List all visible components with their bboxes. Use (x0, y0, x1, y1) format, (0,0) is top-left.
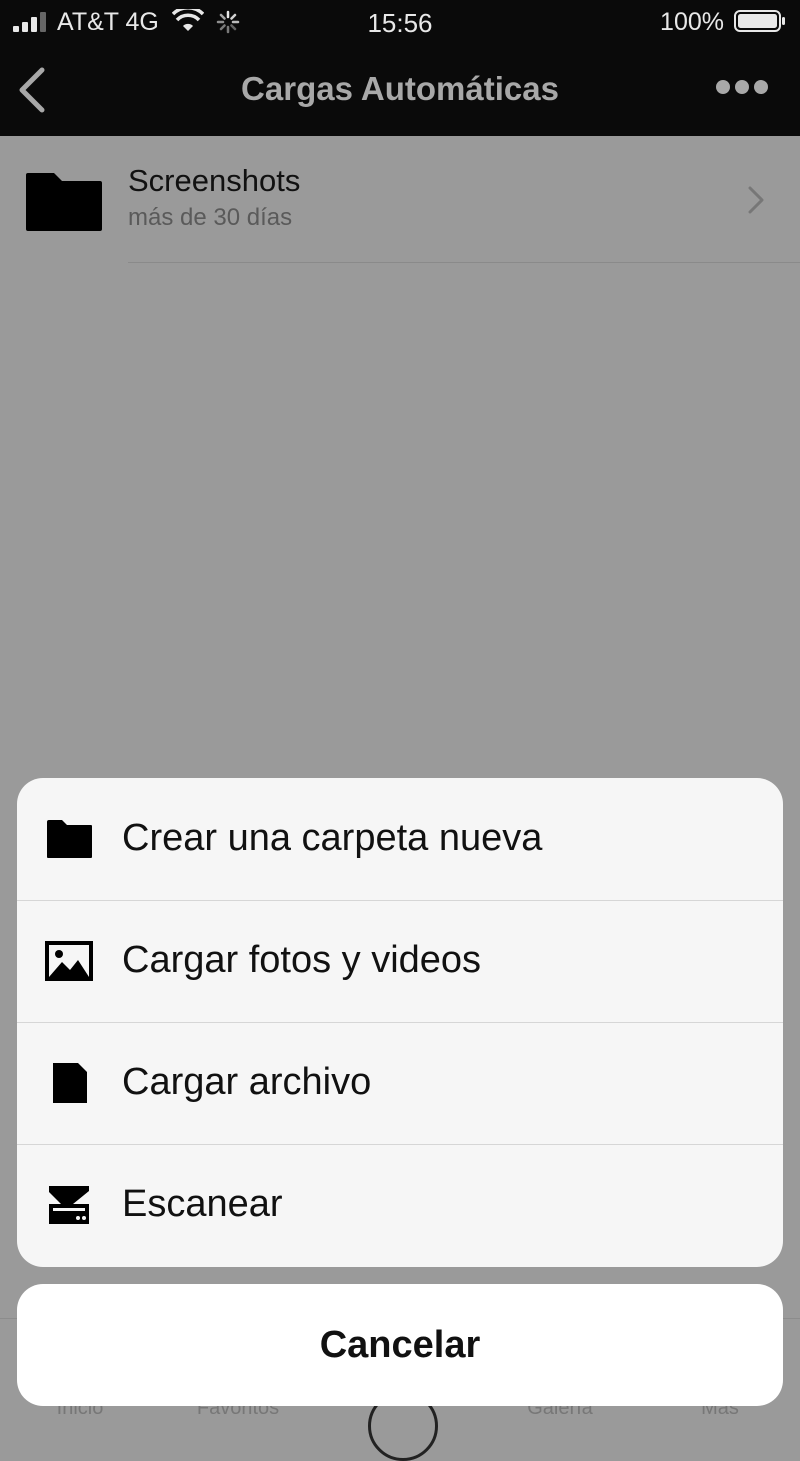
upload-file-button[interactable]: Cargar archivo (17, 1022, 783, 1145)
battery-icon (734, 10, 785, 32)
cancel-button[interactable]: Cancelar (17, 1284, 783, 1406)
top-bar: AT&T 4G 15:56 100% Cargas Automáticas (0, 0, 800, 136)
action-sheet: Crear una carpeta nueva Cargar fotos y v… (17, 778, 783, 1267)
navigation-bar: Cargas Automáticas (0, 44, 800, 136)
page-title: Cargas Automáticas (241, 70, 559, 107)
more-options-icon[interactable] (716, 80, 768, 98)
scan-button[interactable]: Escanear (17, 1144, 783, 1266)
file-icon (53, 1063, 87, 1103)
status-bar: AT&T 4G 15:56 100% (0, 0, 800, 44)
folder-icon (26, 173, 102, 231)
folder-name: Screenshots (128, 163, 301, 198)
folder-icon (47, 820, 92, 858)
image-icon (45, 941, 93, 981)
action-label: Escanear (122, 1183, 283, 1225)
action-label: Crear una carpeta nueva (122, 817, 543, 859)
action-label: Cargar fotos y videos (122, 939, 482, 981)
upload-photos-videos-button[interactable]: Cargar fotos y videos (17, 900, 783, 1023)
create-folder-button[interactable]: Crear una carpeta nueva (17, 778, 783, 901)
list-item[interactable]: Screenshots más de 30 días (0, 137, 800, 263)
battery-percentage: 100% (660, 8, 724, 36)
divider (128, 262, 800, 263)
scanner-icon (49, 1186, 89, 1224)
folder-subtitle: más de 30 días (128, 204, 293, 231)
action-label: Cargar archivo (122, 1061, 372, 1103)
chevron-right-icon (748, 186, 764, 214)
